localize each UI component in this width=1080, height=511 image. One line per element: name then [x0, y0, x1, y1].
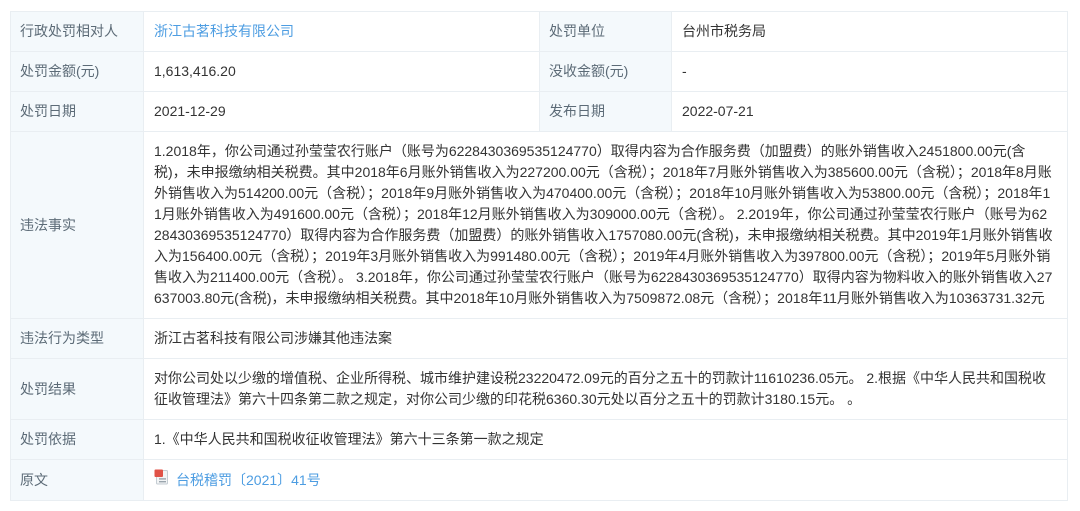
- table-row: 原文 台税稽罚〔2021〕41号: [10, 459, 1068, 501]
- table-row: 处罚金额(元) 1,613,416.20 没收金额(元) -: [10, 51, 1068, 92]
- value-penalty-subject: 浙江古茗科技有限公司: [143, 11, 540, 52]
- company-link[interactable]: 浙江古茗科技有限公司: [154, 23, 294, 39]
- penalty-info-table: 行政处罚相对人 浙江古茗科技有限公司 处罚单位 台州市税务局 处罚金额(元) 1…: [10, 11, 1068, 501]
- label-illegal-facts: 违法事实: [10, 131, 144, 319]
- label-confiscation-amount: 没收金额(元): [539, 51, 672, 92]
- label-penalty-result: 处罚结果: [10, 358, 144, 420]
- label-violation-type: 违法行为类型: [10, 318, 144, 359]
- table-row: 行政处罚相对人 浙江古茗科技有限公司 处罚单位 台州市税务局: [10, 11, 1068, 52]
- table-row: 违法事实 1.2018年，你公司通过孙莹莹农行账户（账号为62284303695…: [10, 131, 1068, 319]
- document-icon: [154, 469, 169, 491]
- value-penalty-date: 2021-12-29: [143, 91, 540, 132]
- label-penalty-date: 处罚日期: [10, 91, 144, 132]
- label-penalty-amount: 处罚金额(元): [10, 51, 144, 92]
- label-penalty-subject: 行政处罚相对人: [10, 11, 144, 52]
- value-illegal-facts: 1.2018年，你公司通过孙莹莹农行账户（账号为6228430369535124…: [143, 131, 1068, 319]
- penalty-info-panel: 行政处罚相对人 浙江古茗科技有限公司 处罚单位 台州市税务局 处罚金额(元) 1…: [10, 11, 1068, 501]
- value-publish-date: 2022-07-21: [671, 91, 1068, 132]
- label-penalty-basis: 处罚依据: [10, 419, 144, 460]
- value-confiscation-amount: -: [671, 51, 1068, 92]
- original-doc-link[interactable]: 台税稽罚〔2021〕41号: [176, 470, 321, 491]
- value-original-doc: 台税稽罚〔2021〕41号: [143, 459, 1068, 501]
- table-row: 处罚依据 1.《中华人民共和国税收征收管理法》第六十三条第一款之规定: [10, 419, 1068, 460]
- table-row: 处罚日期 2021-12-29 发布日期 2022-07-21: [10, 91, 1068, 132]
- label-original-doc: 原文: [10, 459, 144, 501]
- value-penalty-result: 对你公司处以少缴的增值税、企业所得税、城市维护建设税23220472.09元的百…: [143, 358, 1068, 420]
- label-penalty-unit: 处罚单位: [539, 11, 672, 52]
- value-penalty-unit: 台州市税务局: [671, 11, 1068, 52]
- value-penalty-basis: 1.《中华人民共和国税收征收管理法》第六十三条第一款之规定: [143, 419, 1068, 460]
- table-row: 违法行为类型 浙江古茗科技有限公司涉嫌其他违法案: [10, 318, 1068, 359]
- label-publish-date: 发布日期: [539, 91, 672, 132]
- value-penalty-amount: 1,613,416.20: [143, 51, 540, 92]
- table-row: 处罚结果 对你公司处以少缴的增值税、企业所得税、城市维护建设税23220472.…: [10, 358, 1068, 420]
- value-violation-type: 浙江古茗科技有限公司涉嫌其他违法案: [143, 318, 1068, 359]
